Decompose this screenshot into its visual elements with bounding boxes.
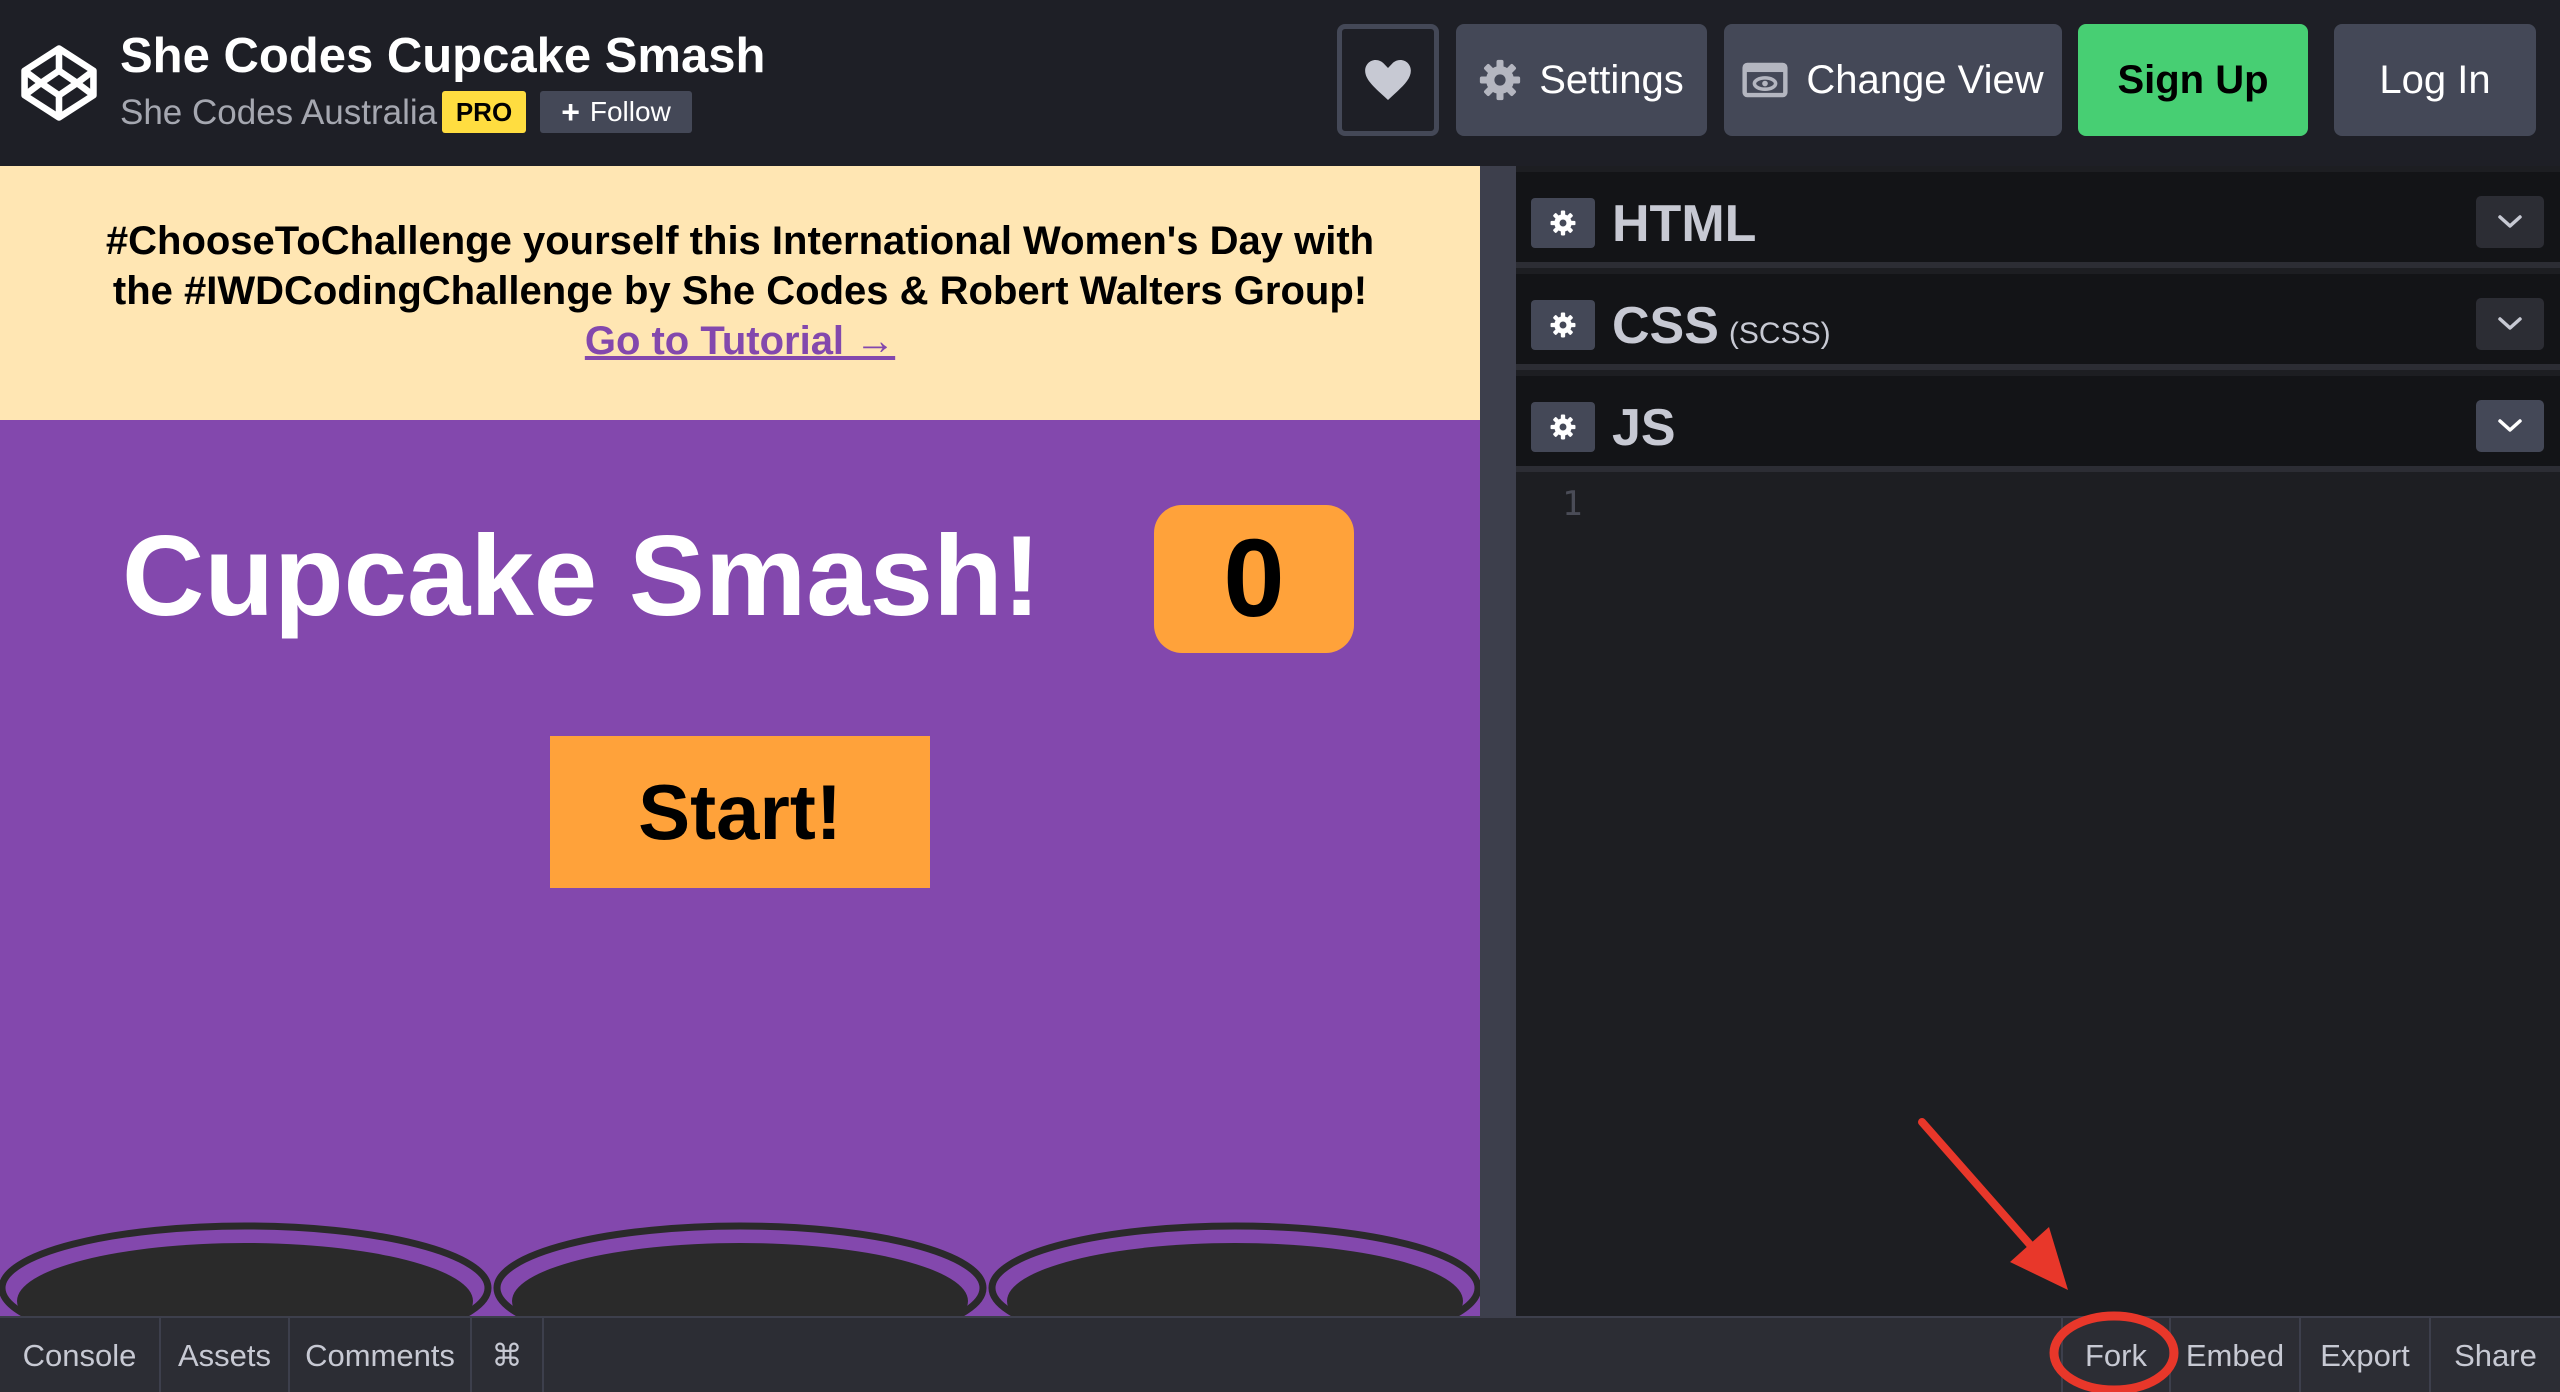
js-line-number: 1 bbox=[1562, 484, 1583, 524]
fork-button[interactable]: Fork bbox=[2061, 1318, 2169, 1392]
layout-view-icon bbox=[1742, 62, 1788, 98]
comments-tab[interactable]: Comments bbox=[290, 1318, 472, 1392]
pane-resize-handle[interactable] bbox=[1480, 166, 1516, 1316]
export-button[interactable]: Export bbox=[2299, 1318, 2429, 1392]
heart-icon bbox=[1365, 60, 1411, 100]
css-settings-button[interactable] bbox=[1531, 300, 1595, 350]
assets-tab[interactable]: Assets bbox=[161, 1318, 290, 1392]
plus-icon: + bbox=[561, 94, 580, 130]
css-label-text: CSS bbox=[1612, 297, 1719, 355]
bottom-toolbar: Console Assets Comments ⌘ Fork Embed Exp… bbox=[0, 1316, 2560, 1392]
js-panel-label: JS bbox=[1612, 399, 1676, 457]
change-view-button[interactable]: Change View bbox=[1724, 24, 2062, 136]
css-panel-toggle[interactable] bbox=[2476, 298, 2544, 350]
js-panel-toggle[interactable] bbox=[2476, 400, 2544, 452]
settings-button[interactable]: Settings bbox=[1456, 24, 1707, 136]
cupcake-holes bbox=[0, 1222, 1480, 1316]
share-button[interactable]: Share bbox=[2429, 1318, 2560, 1392]
codepen-logo-icon[interactable] bbox=[18, 42, 100, 124]
gear-icon bbox=[1550, 414, 1576, 440]
html-panel-label: HTML bbox=[1612, 195, 1757, 253]
chevron-down-icon bbox=[2498, 317, 2522, 330]
codepen-app: She Codes Cupcake Smash She Codes Austra… bbox=[0, 0, 2560, 1392]
sign-up-button[interactable]: Sign Up bbox=[2078, 24, 2308, 136]
hole-middle[interactable] bbox=[493, 1222, 987, 1316]
js-panel-header: JS bbox=[1516, 376, 2560, 472]
gear-icon bbox=[1480, 59, 1521, 101]
html-panel-toggle[interactable] bbox=[2476, 196, 2544, 248]
chevron-down-icon bbox=[2498, 215, 2522, 228]
banner-line-2: the #IWDCodingChallenge by She Codes & R… bbox=[112, 269, 1368, 313]
pro-badge: PRO bbox=[442, 91, 526, 133]
start-button[interactable]: Start! bbox=[550, 736, 930, 888]
tutorial-link[interactable]: Go to Tutorial → bbox=[585, 316, 895, 366]
top-header: She Codes Cupcake Smash She Codes Austra… bbox=[0, 0, 2560, 166]
keyboard-shortcuts-tab[interactable]: ⌘ bbox=[472, 1318, 544, 1392]
settings-label: Settings bbox=[1539, 57, 1684, 102]
html-settings-button[interactable] bbox=[1531, 198, 1595, 248]
css-panel-label: CSS (SCSS) bbox=[1612, 296, 1831, 356]
game-title: Cupcake Smash! bbox=[122, 513, 1041, 640]
code-editor: HTML CSS (SCSS) JS 1 bbox=[1516, 166, 2560, 1316]
gear-icon bbox=[1550, 210, 1576, 236]
score-display: 0 bbox=[1154, 505, 1354, 653]
css-panel-header: CSS (SCSS) bbox=[1516, 274, 2560, 370]
pen-title: She Codes Cupcake Smash bbox=[120, 29, 766, 83]
banner-line-1: #ChooseToChallenge yourself this Interna… bbox=[105, 219, 1375, 263]
hole-right[interactable] bbox=[988, 1222, 1480, 1316]
follow-label: Follow bbox=[589, 96, 671, 127]
heart-button[interactable] bbox=[1337, 24, 1439, 136]
css-preprocessor-label: (SCSS) bbox=[1728, 317, 1831, 350]
embed-button[interactable]: Embed bbox=[2169, 1318, 2299, 1392]
result-preview: #ChooseToChallenge yourself this Interna… bbox=[0, 166, 1480, 1316]
hole-left[interactable] bbox=[0, 1222, 492, 1316]
chevron-down-icon bbox=[2498, 419, 2522, 432]
js-settings-button[interactable] bbox=[1531, 402, 1595, 452]
author-name[interactable]: She Codes Australia bbox=[120, 93, 437, 133]
gear-icon bbox=[1550, 312, 1576, 338]
log-in-button[interactable]: Log In bbox=[2334, 24, 2536, 136]
html-panel-header: HTML bbox=[1516, 172, 2560, 268]
console-tab[interactable]: Console bbox=[0, 1318, 161, 1392]
change-view-label: Change View bbox=[1806, 57, 2044, 102]
iwd-banner: #ChooseToChallenge yourself this Interna… bbox=[0, 166, 1480, 420]
follow-button[interactable]: + Follow bbox=[540, 91, 692, 133]
